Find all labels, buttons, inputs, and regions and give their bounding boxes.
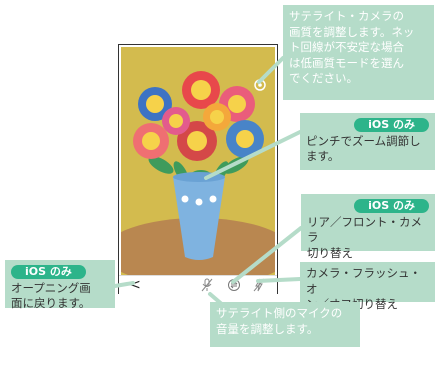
callout-back: iOS のみ オープニング画 面に戻ります。: [5, 260, 115, 310]
camera-switch-button[interactable]: [226, 277, 242, 293]
callout-flash: カメラ・フラッシュ・オ ン／オフ切り替え: [300, 262, 435, 311]
mic-volume-button[interactable]: [199, 277, 215, 293]
flash-icon: [253, 278, 265, 292]
ios-only-badge: iOS のみ: [11, 265, 86, 279]
callout-camera-switch-text: リア／フロント・カメラ 切り替え: [307, 214, 422, 260]
back-icon: <: [129, 277, 141, 293]
callout-mic: サテライト側のマイクの 音量を調整します。: [210, 302, 360, 347]
camera-view[interactable]: [121, 47, 275, 275]
callout-zoom-text: ピンチでズーム調節し ます。: [306, 133, 421, 164]
flash-toggle-button[interactable]: [251, 277, 267, 293]
phone-screen-frame: <: [118, 44, 278, 294]
callout-quality-text: サテライト・カメラの 画質を調整します。ネッ ト回線が不安定な場合 は低画質モー…: [289, 9, 415, 85]
callout-back-text: オープニング画 面に戻ります。: [11, 280, 91, 311]
ios-only-badge: iOS のみ: [354, 118, 429, 132]
camera-switch-icon: [228, 279, 240, 291]
back-button[interactable]: <: [127, 277, 143, 293]
bottom-toolbar: <: [119, 275, 277, 294]
flower-vase-image: [121, 47, 275, 275]
callout-camera-switch: iOS のみ リア／フロント・カメラ 切り替え: [301, 194, 435, 260]
ios-only-badge: iOS のみ: [354, 199, 429, 213]
callout-quality: サテライト・カメラの 画質を調整します。ネッ ト回線が不安定な場合 は低画質モー…: [283, 5, 434, 100]
callout-zoom: iOS のみ ピンチでズーム調節し ます。: [300, 113, 435, 170]
callout-mic-text: サテライト側のマイクの 音量を調整します。: [216, 306, 343, 336]
mic-icon: [201, 278, 213, 292]
